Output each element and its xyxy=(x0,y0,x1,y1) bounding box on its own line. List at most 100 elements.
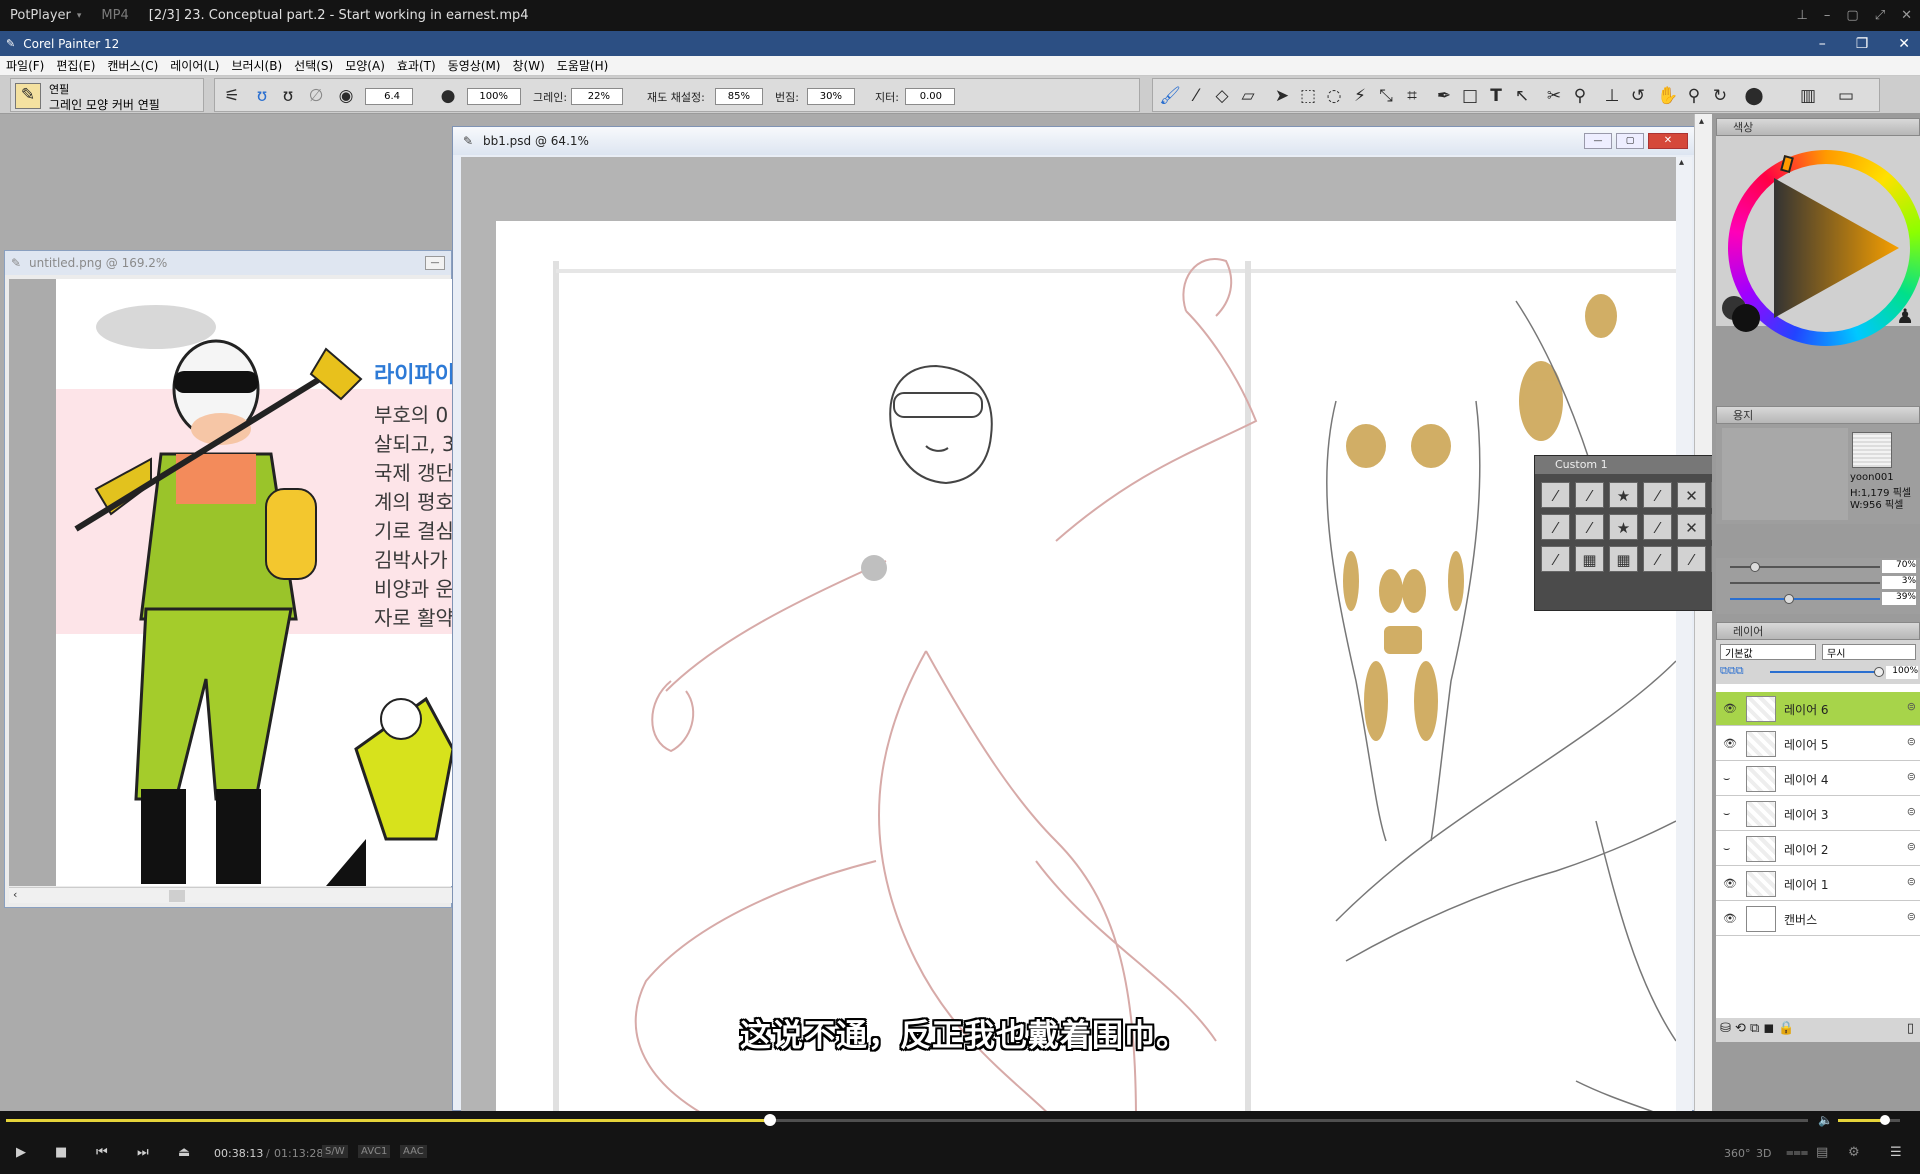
grain-field[interactable]: 22% xyxy=(571,88,623,105)
restore-icon[interactable]: ❐ xyxy=(1856,36,1869,52)
brush-preset-icon[interactable]: ✕ xyxy=(1677,514,1706,540)
layer-row-5[interactable]: 👁 레이어 5 ⊜ xyxy=(1716,727,1920,761)
canvas-layer-row[interactable]: 👁 캔버스 ⊜ xyxy=(1716,902,1920,936)
layer-lock-icon[interactable]: ⊜ xyxy=(1907,770,1916,783)
layer-lock-icon[interactable]: ⊜ xyxy=(1907,700,1916,713)
rotate-page-icon[interactable]: ↻ xyxy=(1709,85,1731,107)
layer-option-icons[interactable]: ⧉⧉⧉ xyxy=(1720,664,1744,678)
eye-closed-icon[interactable]: ⌣ xyxy=(1723,807,1730,821)
eye-icon[interactable]: 👁 xyxy=(1723,877,1737,890)
reference-canvas[interactable]: 라이파이 부호의 0 살되고, 3 국제 갱단 계의 평호 기로 결심 김박사가… xyxy=(56,279,453,886)
shape-select-icon[interactable]: ↖ xyxy=(1511,85,1533,107)
main-window-title-bar[interactable]: ✎ bb1.psd @ 64.1% — ▢ ✕ xyxy=(453,127,1696,155)
chevron-up-icon[interactable]: ▴ xyxy=(1699,116,1704,127)
video-codec-tag[interactable]: AVC1 xyxy=(358,1145,391,1158)
dodge-icon[interactable]: ⚲ xyxy=(1569,85,1591,107)
slider-knob[interactable] xyxy=(1874,667,1884,677)
menu-edit[interactable]: 편집(E) xyxy=(50,57,101,74)
freehand-stroke-icon[interactable]: ʊ xyxy=(251,85,273,107)
menu-shapes[interactable]: 모양(A) xyxy=(339,57,391,74)
horizontal-scrollbar[interactable]: ‹ xyxy=(9,887,453,903)
menu-icon[interactable]: ☰ xyxy=(1890,1145,1902,1160)
menu-window[interactable]: 창(W) xyxy=(507,57,551,74)
magnifier-icon[interactable]: ⚲ xyxy=(1683,85,1705,107)
layer-row-1[interactable]: 👁 레이어 1 ⊜ xyxy=(1716,867,1920,901)
brush-tool-icon[interactable]: 🖌 xyxy=(1159,85,1181,107)
resat-field[interactable]: 85% xyxy=(715,88,763,105)
paint-bucket-icon[interactable]: ◇ xyxy=(1211,85,1233,107)
fullscreen-icon[interactable]: ⤢ xyxy=(1875,8,1885,23)
menu-canvas[interactable]: 캔버스(C) xyxy=(101,57,164,74)
menu-file[interactable]: 파일(F) xyxy=(0,57,50,74)
layer-lock-icon[interactable]: ⊜ xyxy=(1907,910,1916,923)
bleed-field[interactable]: 30% xyxy=(807,88,855,105)
star-brush-icon[interactable]: ★ xyxy=(1609,514,1638,540)
minimize-icon[interactable]: – xyxy=(1819,36,1826,52)
paper-brightness-slider[interactable] xyxy=(1730,594,1880,604)
main-document-window[interactable]: ✎ bb1.psd @ 64.1% — ▢ ✕ ▴ xyxy=(452,126,1697,1112)
layers-panel-header[interactable]: 레이어 xyxy=(1716,622,1920,640)
dropper-icon[interactable]: ⁄ xyxy=(1185,85,1207,107)
minimize-icon[interactable]: — xyxy=(425,256,445,270)
paper-swatch[interactable] xyxy=(1852,432,1892,468)
volume-knob[interactable] xyxy=(1879,1115,1890,1125)
crop-icon[interactable]: ⌗ xyxy=(1401,85,1423,107)
eye-closed-icon[interactable]: ⌣ xyxy=(1723,772,1730,786)
saturation-triangle[interactable] xyxy=(1764,168,1904,328)
brush-preset-icon[interactable]: ⁄ xyxy=(1643,514,1672,540)
brush-preset-icon[interactable]: ⁄ xyxy=(1643,482,1672,508)
paper-icon[interactable]: ▥ xyxy=(1797,85,1819,107)
straight-stroke-icon[interactable]: ʊ xyxy=(277,85,299,107)
playlist-icon[interactable]: ⩶ xyxy=(1786,1145,1808,1160)
sketch-paper[interactable] xyxy=(496,221,1676,1112)
selection-adjuster-icon[interactable]: ⤡ xyxy=(1375,85,1397,107)
layer-opacity-slider[interactable] xyxy=(1770,667,1884,677)
color-panel-header[interactable]: 색상 xyxy=(1716,118,1920,136)
menu-select[interactable]: 선택(S) xyxy=(288,57,339,74)
brush-preset-icon[interactable]: ⁄ xyxy=(1541,546,1570,572)
decoder-tag[interactable]: S/W xyxy=(322,1145,348,1158)
gear-icon[interactable]: ⚙ xyxy=(1848,1145,1860,1160)
film-brush-icon[interactable]: ▦ xyxy=(1575,546,1604,572)
main-canvas-area[interactable] xyxy=(461,157,1676,1112)
menu-layers[interactable]: 레이어(L) xyxy=(164,57,225,74)
layer-row-3[interactable]: ⌣ 레이어 3 ⊜ xyxy=(1716,797,1920,831)
brush-preset-icon[interactable]: ⁄ xyxy=(1575,482,1604,508)
trash-icon[interactable]: ▯ xyxy=(1907,1021,1914,1036)
vertical-scrollbar[interactable]: ▴ xyxy=(1676,157,1692,1112)
scissors-icon[interactable]: ✂ xyxy=(1543,85,1565,107)
screen-mode-icon[interactable]: ▭ xyxy=(1835,85,1857,107)
menu-help[interactable]: 도움말(H) xyxy=(551,57,615,74)
menu-brushes[interactable]: 브러시(B) xyxy=(225,57,288,74)
minimize-icon[interactable]: — xyxy=(1584,133,1612,149)
rectangle-shape-icon[interactable]: □ xyxy=(1459,85,1481,107)
eye-icon[interactable]: 👁 xyxy=(1723,702,1737,715)
composite-depth-select[interactable]: 무시 xyxy=(1822,644,1916,660)
chapter-icon[interactable]: ▤ xyxy=(1816,1145,1828,1160)
mirror-icon[interactable]: ⊥ xyxy=(1601,85,1623,107)
layer-commands-icon[interactable]: ⛁ ⟲ ⧉ ◼ 🔒 xyxy=(1720,1021,1795,1036)
layer-row-4[interactable]: ⌣ 레이어 4 ⊜ xyxy=(1716,762,1920,796)
workspace-scrollbar[interactable]: ▴ xyxy=(1694,114,1712,1111)
minimize-icon[interactable]: – xyxy=(1824,8,1831,23)
chevron-up-icon[interactable]: ▴ xyxy=(1679,157,1684,168)
pin-icon[interactable]: ⊥ xyxy=(1797,8,1808,23)
grabber-icon[interactable]: ✋ xyxy=(1657,85,1679,107)
slider-knob[interactable] xyxy=(1750,562,1760,572)
opacity-field[interactable]: 100% xyxy=(467,88,521,105)
layer-lock-icon[interactable]: ⊜ xyxy=(1907,875,1916,888)
reference-document-window[interactable]: ✎ untitled.png @ 169.2% — 라이파이 부호의 0 살되고… xyxy=(4,250,453,908)
layer-opacity-value[interactable]: 100% xyxy=(1886,666,1918,679)
eye-icon[interactable]: 👁 xyxy=(1723,912,1737,925)
volume-icon[interactable]: 🔈 xyxy=(1818,1113,1833,1127)
eraser-icon[interactable]: ▱ xyxy=(1237,85,1259,107)
layer-lock-icon[interactable]: ⊜ xyxy=(1907,805,1916,818)
pen-icon[interactable]: ✒ xyxy=(1433,85,1455,107)
brush-preset-icon[interactable]: ⁄ xyxy=(1541,482,1570,508)
color-swatch-icon[interactable]: ⬤ xyxy=(1743,85,1765,107)
3d-button[interactable]: 3D xyxy=(1756,1147,1771,1160)
next-icon[interactable]: ⏭ xyxy=(137,1145,149,1160)
jitter-field[interactable]: 0.00 xyxy=(905,88,955,105)
layer-lock-icon[interactable]: ⊜ xyxy=(1907,840,1916,853)
eject-icon[interactable]: ⏏ xyxy=(178,1145,190,1160)
